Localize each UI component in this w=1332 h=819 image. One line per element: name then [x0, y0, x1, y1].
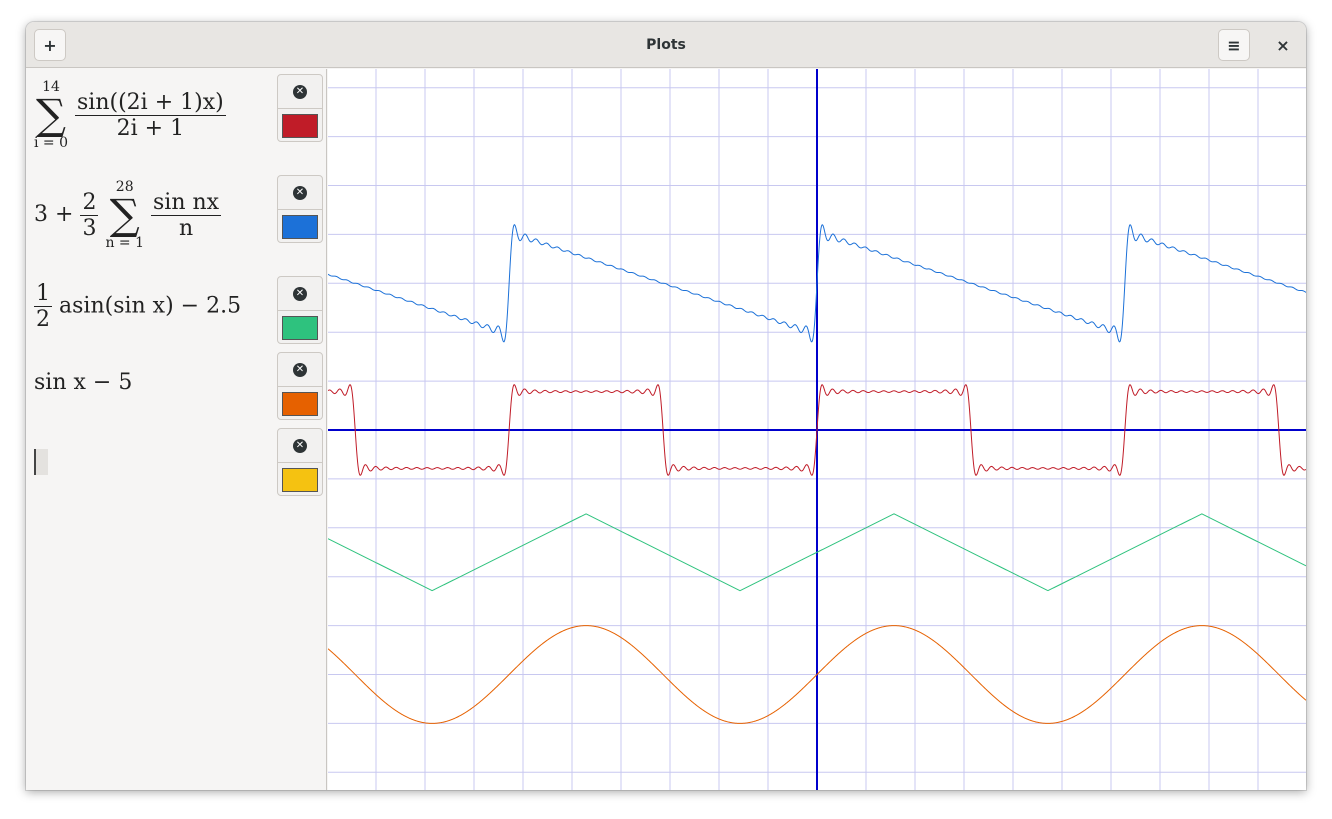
formula-1-controls: ✕ [277, 74, 323, 142]
sigma-icon: ∑ [36, 90, 66, 139]
remove-formula-4-button[interactable]: ✕ [278, 353, 322, 387]
formula-5-controls: ✕ [277, 428, 323, 496]
menu-button[interactable]: ≡ [1218, 29, 1250, 61]
fraction-1: sin((2i + 1)x) 2i + 1 [75, 89, 226, 141]
plot-canvas[interactable] [327, 69, 1306, 790]
close-circle-icon: ✕ [293, 84, 307, 99]
window-title: Plots [646, 37, 686, 53]
plus-icon: + [43, 35, 57, 55]
formula-3-controls: ✕ [277, 276, 323, 344]
hamburger-menu-icon: ≡ [1227, 35, 1241, 55]
coefficient-3: 1 2 [34, 281, 52, 332]
formula-2-controls: ✕ [277, 175, 323, 243]
color-swatch-1[interactable] [282, 113, 318, 138]
formula-sidebar: 14 ∑ i = 0 sin((2i + 1)x) 2i + 1 ✕ 3 + 2… [26, 69, 327, 790]
color-swatch-5[interactable] [282, 467, 318, 492]
formula-4-controls: ✕ [277, 352, 323, 420]
add-formula-button[interactable]: + [34, 29, 66, 61]
summation-1: 14 ∑ i = 0 [34, 79, 69, 151]
remove-formula-5-button[interactable]: ✕ [278, 429, 322, 463]
header-bar: + Plots ≡ × [26, 22, 1306, 68]
color-swatch-2[interactable] [282, 214, 318, 239]
formula-3[interactable]: 1 2 asin(sin x) − 2.5 [34, 281, 241, 332]
close-window-button[interactable]: × [1267, 29, 1299, 61]
close-circle-icon: ✕ [293, 286, 307, 301]
plots-window: + Plots ≡ × 14 ∑ i = 0 sin((2i + 1)x) 2i… [26, 22, 1306, 790]
formula-4[interactable]: sin x − 5 [34, 370, 132, 395]
formula-5-input[interactable] [34, 449, 48, 475]
close-circle-icon: ✕ [293, 362, 307, 377]
remove-formula-3-button[interactable]: ✕ [278, 277, 322, 311]
formula-1[interactable]: 14 ∑ i = 0 sin((2i + 1)x) 2i + 1 [34, 79, 226, 151]
remove-formula-2-button[interactable]: ✕ [278, 176, 322, 210]
fraction-2: sin nx n [151, 189, 222, 241]
color-swatch-4[interactable] [282, 391, 318, 416]
remove-formula-1-button[interactable]: ✕ [278, 75, 322, 109]
color-swatch-3[interactable] [282, 315, 318, 340]
plot-svg[interactable] [327, 69, 1306, 790]
close-icon: × [1276, 35, 1290, 55]
sigma-icon: ∑ [109, 190, 140, 239]
close-circle-icon: ✕ [293, 185, 307, 200]
close-circle-icon: ✕ [293, 438, 307, 453]
formula-2[interactable]: 3 + 2 3 28 ∑ n = 1 sin nx n [34, 179, 222, 251]
summation-2: 28 ∑ n = 1 [105, 179, 144, 251]
coefficient-2: 2 3 [80, 189, 99, 241]
